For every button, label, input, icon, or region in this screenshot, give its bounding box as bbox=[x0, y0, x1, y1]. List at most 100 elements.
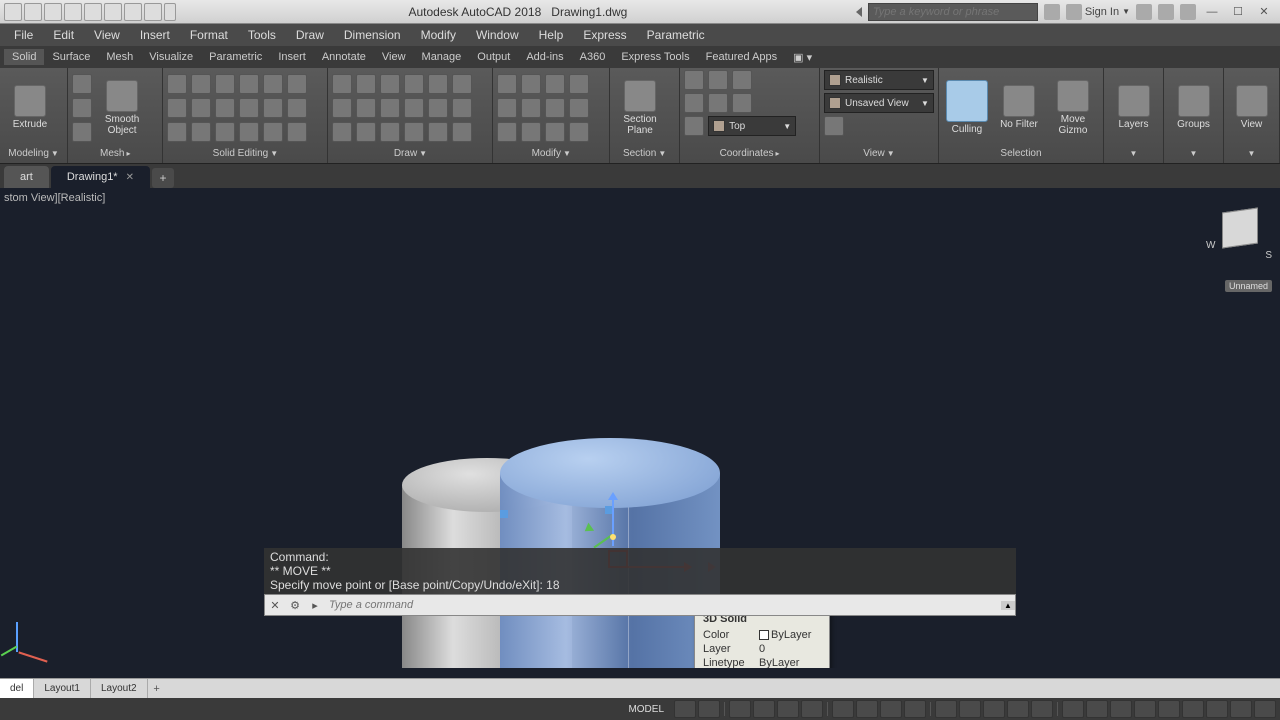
lock-ui-icon[interactable] bbox=[1158, 700, 1180, 718]
box-icon[interactable] bbox=[72, 74, 92, 94]
close-button[interactable]: ✕ bbox=[1254, 4, 1274, 20]
command-scroll-icon[interactable]: ▲ bbox=[1001, 601, 1015, 610]
layout-2[interactable]: Layout2 bbox=[91, 679, 148, 698]
ellipse-icon[interactable] bbox=[332, 98, 352, 118]
chamfer-edge-icon[interactable] bbox=[215, 98, 235, 118]
ucs-y-icon[interactable] bbox=[708, 93, 728, 113]
view-manager-icon[interactable] bbox=[824, 116, 844, 136]
thicken-icon[interactable] bbox=[263, 98, 283, 118]
menu-modify[interactable]: Modify bbox=[411, 26, 466, 44]
status-model[interactable]: MODEL bbox=[620, 704, 672, 715]
save-icon[interactable] bbox=[64, 3, 82, 21]
infocenter-search-input[interactable] bbox=[868, 3, 1038, 21]
helix-icon[interactable] bbox=[428, 98, 448, 118]
rtab-annotate[interactable]: Annotate bbox=[314, 49, 374, 65]
ucs-view-icon[interactable] bbox=[684, 116, 704, 136]
separate-icon[interactable] bbox=[239, 122, 259, 142]
gizmo-toggle-icon[interactable] bbox=[1007, 700, 1029, 718]
array-icon[interactable] bbox=[545, 122, 565, 142]
redo-icon[interactable] bbox=[144, 3, 162, 21]
polygon-icon[interactable] bbox=[332, 122, 352, 142]
new-icon[interactable] bbox=[24, 3, 42, 21]
command-close-icon[interactable]: ✕ bbox=[265, 595, 285, 615]
extrude-button[interactable]: Extrude bbox=[4, 85, 56, 130]
subtract-icon[interactable] bbox=[167, 98, 187, 118]
rtab-solid[interactable]: Solid bbox=[4, 49, 44, 65]
stay-connected-icon[interactable] bbox=[1158, 4, 1174, 20]
exchange-apps-icon[interactable] bbox=[1136, 4, 1152, 20]
hatch-icon[interactable] bbox=[356, 98, 376, 118]
rtab-mesh[interactable]: Mesh bbox=[98, 49, 141, 65]
menu-dimension[interactable]: Dimension bbox=[334, 26, 411, 44]
check-icon[interactable] bbox=[287, 122, 307, 142]
search-icon[interactable] bbox=[1044, 4, 1060, 20]
region-icon[interactable] bbox=[404, 98, 424, 118]
hardware-accel-icon[interactable] bbox=[1206, 700, 1228, 718]
menu-parametric[interactable]: Parametric bbox=[637, 26, 715, 44]
named-view-combo[interactable]: Unsaved View▼ bbox=[824, 93, 934, 113]
rectangle-icon[interactable] bbox=[428, 74, 448, 94]
tab-drawing1[interactable]: Drawing1*✕ bbox=[51, 166, 150, 188]
annotation-monitor-icon[interactable] bbox=[1086, 700, 1108, 718]
ucs-world-icon[interactable] bbox=[708, 70, 728, 90]
new-tab-button[interactable]: + bbox=[152, 168, 174, 188]
base-view-button[interactable]: View bbox=[1228, 85, 1275, 130]
viewport[interactable]: stom View][Realistic] 3D Solid ColorByLa… bbox=[0, 188, 1280, 668]
ucs-prev-icon[interactable] bbox=[732, 70, 752, 90]
menu-insert[interactable]: Insert bbox=[130, 26, 180, 44]
smooth-object-button[interactable]: Smooth Object bbox=[94, 80, 150, 136]
cycling-icon[interactable] bbox=[935, 700, 957, 718]
presspull-icon[interactable] bbox=[72, 122, 92, 142]
rtab-visualize[interactable]: Visualize bbox=[141, 49, 201, 65]
command-input[interactable] bbox=[325, 599, 1001, 611]
section-plane-button[interactable]: Section Plane bbox=[614, 80, 666, 136]
ortho-icon[interactable] bbox=[729, 700, 751, 718]
menu-window[interactable]: Window bbox=[466, 26, 529, 44]
3dpoly-icon[interactable] bbox=[404, 122, 424, 142]
menu-edit[interactable]: Edit bbox=[43, 26, 84, 44]
slice-icon[interactable] bbox=[263, 74, 283, 94]
otrack-icon[interactable] bbox=[856, 700, 878, 718]
plot-icon[interactable] bbox=[104, 3, 122, 21]
taper-face-icon[interactable] bbox=[239, 74, 259, 94]
ucs-icon[interactable] bbox=[684, 70, 704, 90]
3dosnap-icon[interactable] bbox=[832, 700, 854, 718]
tab-start[interactable]: art bbox=[4, 166, 49, 188]
osnap-icon[interactable] bbox=[801, 700, 823, 718]
ucs-z-icon[interactable] bbox=[732, 93, 752, 113]
spline-icon[interactable] bbox=[452, 74, 472, 94]
caret-left-icon[interactable] bbox=[856, 7, 862, 17]
ucs-x-icon[interactable] bbox=[684, 93, 704, 113]
xline-icon[interactable] bbox=[380, 122, 400, 142]
rtab-output[interactable]: Output bbox=[469, 49, 518, 65]
rtab-view[interactable]: View bbox=[374, 49, 414, 65]
erase-icon[interactable] bbox=[569, 74, 589, 94]
polar-icon[interactable] bbox=[753, 700, 775, 718]
compass-s[interactable]: S bbox=[1265, 250, 1272, 261]
named-ucs-combo[interactable]: Top▼ bbox=[708, 116, 796, 136]
copy-icon[interactable] bbox=[497, 98, 517, 118]
compass-w[interactable]: W bbox=[1206, 240, 1215, 251]
selection-filter-icon[interactable] bbox=[983, 700, 1005, 718]
maximize-button[interactable]: ☐ bbox=[1228, 4, 1248, 20]
ray-icon[interactable] bbox=[356, 122, 376, 142]
culling-button[interactable]: Culling bbox=[943, 80, 991, 135]
layers-button[interactable]: Layers bbox=[1108, 85, 1159, 130]
donut-icon[interactable] bbox=[452, 98, 472, 118]
rtab-express-tools[interactable]: Express Tools bbox=[613, 49, 697, 65]
viewcube-cube[interactable] bbox=[1222, 207, 1258, 248]
layout-1[interactable]: Layout1 bbox=[34, 679, 91, 698]
menu-file[interactable]: File bbox=[4, 26, 43, 44]
qat-dropdown-icon[interactable] bbox=[164, 3, 176, 21]
menu-format[interactable]: Format bbox=[180, 26, 238, 44]
annotation-visibility-icon[interactable] bbox=[1031, 700, 1053, 718]
offset-icon[interactable] bbox=[569, 122, 589, 142]
fillet-icon[interactable] bbox=[545, 98, 565, 118]
rtab-addins[interactable]: Add-ins bbox=[518, 49, 571, 65]
customize-statusbar-icon[interactable] bbox=[1254, 700, 1276, 718]
units-icon[interactable] bbox=[1110, 700, 1132, 718]
shell-icon[interactable] bbox=[239, 98, 259, 118]
signin-button[interactable]: Sign In ▼ bbox=[1066, 4, 1130, 20]
mirror-icon[interactable] bbox=[521, 98, 541, 118]
visual-style-combo[interactable]: Realistic▼ bbox=[824, 70, 934, 90]
